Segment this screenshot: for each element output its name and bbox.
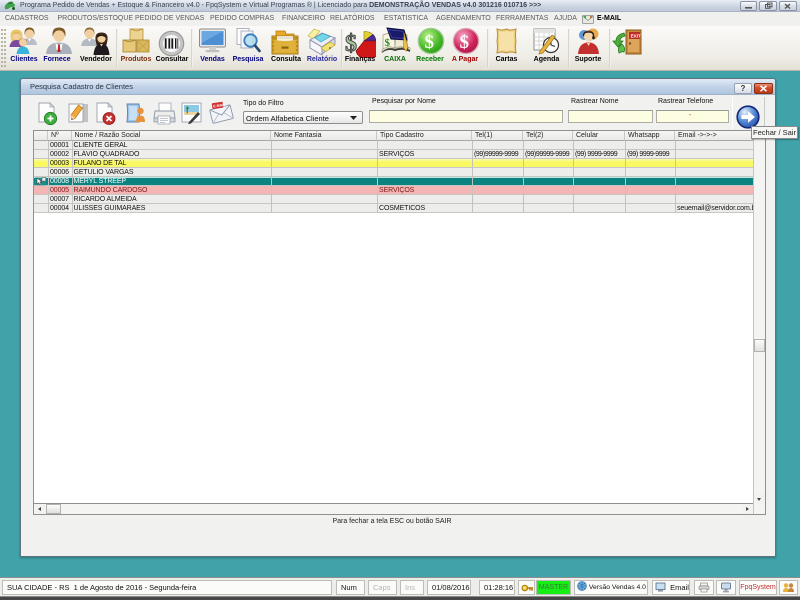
- svg-text:$: $: [385, 37, 391, 49]
- svg-text:$: $: [345, 31, 357, 57]
- svg-text:$: $: [460, 32, 470, 53]
- svg-text:$: $: [425, 32, 435, 53]
- svg-text:EXIT: EXIT: [631, 34, 641, 39]
